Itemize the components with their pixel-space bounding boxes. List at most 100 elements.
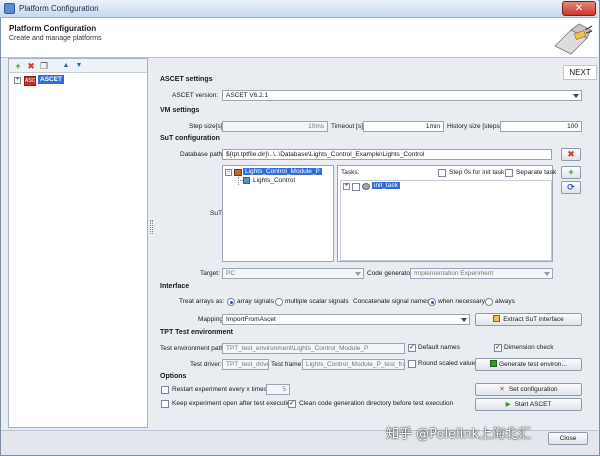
section-tpt-test-environment: TPT Test environment (160, 329, 233, 336)
watermark-text: 知乎 @Polelink上海北汇 (386, 427, 532, 442)
step0-checkbox[interactable] (438, 169, 446, 177)
extract-sut-interface-button[interactable]: Extract SuT interface (475, 313, 582, 326)
sut-tree-item-module[interactable]: Lights_Control_Module_P (243, 168, 322, 175)
play-icon: ▶ (505, 401, 511, 408)
add-task-button[interactable]: + (561, 166, 581, 179)
target-select[interactable]: PC (222, 268, 364, 279)
when-necessary-radio[interactable] (428, 298, 436, 306)
init-task-checkbox[interactable] (352, 183, 360, 191)
gear-icon (362, 183, 370, 190)
step-size-field[interactable]: 10ms (222, 121, 328, 132)
panel-splitter[interactable] (150, 220, 153, 234)
plug-logo-icon (554, 23, 593, 55)
test-frame-label: Test frame: (271, 361, 304, 368)
add-icon: + (568, 167, 574, 177)
chevron-down-icon (573, 94, 579, 98)
chevron-down-icon (544, 272, 550, 276)
mapping-label: Mapping: (198, 316, 225, 323)
timeout-label: Timeout [s]: (331, 123, 365, 130)
start-ascet-label: Start ASCET (514, 401, 552, 408)
clean-code-gen-checkbox[interactable]: ✓ (288, 400, 296, 408)
tree-expander[interactable]: + (14, 77, 21, 84)
window-close-button[interactable]: ✕ (562, 1, 596, 16)
close-button[interactable]: Close (548, 432, 588, 445)
header-banner: Platform Configuration Create and manage… (1, 18, 598, 58)
interface-icon (493, 315, 501, 322)
mapping-select[interactable]: ImportFromAscet (222, 314, 470, 325)
history-size-field[interactable]: 100 (500, 121, 582, 132)
history-size-label: History size [steps]: (447, 123, 504, 130)
test-frame-field[interactable]: Lights_Control_Module_P_test_frame (302, 359, 405, 370)
test-env-path-field[interactable]: TPT_test_environment\Lights_Control_Modu… (222, 343, 405, 354)
move-down-icon[interactable]: ▼ (74, 61, 84, 71)
chevron-down-icon (461, 318, 467, 322)
target-value: PC (226, 270, 236, 277)
app-icon (4, 3, 15, 14)
restart-count-field[interactable]: 5 (266, 384, 290, 395)
concatenate-label: Concatenate signal names: (353, 298, 432, 305)
add-platform-icon[interactable]: + (13, 61, 23, 71)
array-signals-radio[interactable] (227, 298, 235, 306)
next-overlay-button[interactable]: NEXT (563, 65, 597, 80)
when-necessary-label: when necessary (438, 298, 485, 305)
round-scaled-checkbox[interactable] (408, 360, 416, 368)
set-configuration-button[interactable]: ✕ Set configuration (475, 383, 582, 396)
database-path-label: Database path: (180, 151, 225, 158)
header-subtitle: Create and manage platforms (9, 35, 102, 42)
tasks-panel: Tasks: Step 0s for init task Separate ta… (337, 165, 557, 262)
clean-code-gen-label: Clean code generation directory before t… (299, 400, 454, 407)
timeout-field[interactable]: 1min (363, 121, 444, 132)
tasks-label: Tasks: (341, 169, 360, 176)
test-driver-field[interactable]: TPT_test_driver (222, 359, 269, 370)
code-generator-label: Code generator: (367, 270, 414, 277)
configure-icon: ✕ (499, 386, 505, 393)
restart-experiment-checkbox[interactable] (161, 386, 169, 394)
set-configuration-label: Set configuration (508, 386, 558, 393)
tree-item-label: ASCET (38, 75, 65, 84)
section-interface: Interface (160, 283, 190, 290)
generate-icon (490, 360, 498, 367)
step0-label: Step 0s for init task (449, 169, 505, 176)
tree-connector (238, 177, 239, 185)
default-names-checkbox[interactable]: ✓ (408, 344, 416, 352)
chevron-down-icon (355, 272, 361, 276)
array-signals-label: array signals (237, 298, 274, 305)
dimension-check-checkbox[interactable]: ✓ (494, 344, 502, 352)
multiple-scalar-radio[interactable] (275, 298, 283, 306)
start-ascet-button[interactable]: ▶ Start ASCET (475, 398, 582, 411)
copy-platform-icon[interactable]: ❐ (39, 61, 49, 71)
ascet-version-label: ASCET version: (172, 92, 219, 99)
separate-task-label: Separate task (516, 169, 557, 176)
always-label: always (495, 298, 515, 305)
remove-platform-icon[interactable]: ✖ (26, 61, 36, 71)
module-icon (234, 169, 242, 176)
always-radio[interactable] (485, 298, 493, 306)
separate-task-checkbox[interactable] (505, 169, 513, 177)
target-label: Target: (200, 270, 220, 277)
database-path-field[interactable]: ${tpt.tptfile.dir}\..\..\Database\Lights… (222, 149, 552, 160)
clear-database-path-button[interactable]: ✖ (561, 148, 581, 161)
step-size-label: Step size[s]: (189, 123, 225, 130)
section-vm-settings: VM settings (160, 107, 200, 114)
code-generator-value: Implementation Experiment (414, 270, 494, 277)
task-item-init[interactable]: init_task (372, 182, 400, 189)
keep-experiment-open-checkbox[interactable] (161, 400, 169, 408)
section-ascet-settings: ASCET settings (160, 76, 213, 83)
remove-icon: ✖ (567, 149, 575, 159)
default-names-label: Default names (418, 344, 460, 351)
platform-toolbar: + ✖ ❐ ▲ ▼ (9, 59, 147, 73)
move-up-icon[interactable]: ▲ (61, 61, 71, 71)
multiple-scalar-label: multiple scalar signals (285, 298, 349, 305)
tree-expander[interactable]: + (343, 183, 350, 190)
tasks-list[interactable]: + init_task (340, 180, 552, 261)
ascet-version-select[interactable]: ASCET V6.2.1 (222, 90, 582, 101)
generate-test-environment-button[interactable]: Generate test environ... (475, 358, 582, 371)
tree-expander[interactable]: − (225, 169, 232, 176)
code-generator-select[interactable]: Implementation Experiment (410, 268, 553, 279)
sut-tree-item-class[interactable]: Lights_Control (253, 177, 295, 184)
refresh-tasks-button[interactable]: ⟳ (561, 181, 581, 194)
test-driver-label: Test driver: (190, 361, 222, 368)
class-icon (243, 177, 250, 184)
sut-tree[interactable]: − Lights_Control_Module_P Lights_Control (222, 165, 334, 262)
generate-test-environment-label: Generate test environ... (499, 361, 567, 368)
